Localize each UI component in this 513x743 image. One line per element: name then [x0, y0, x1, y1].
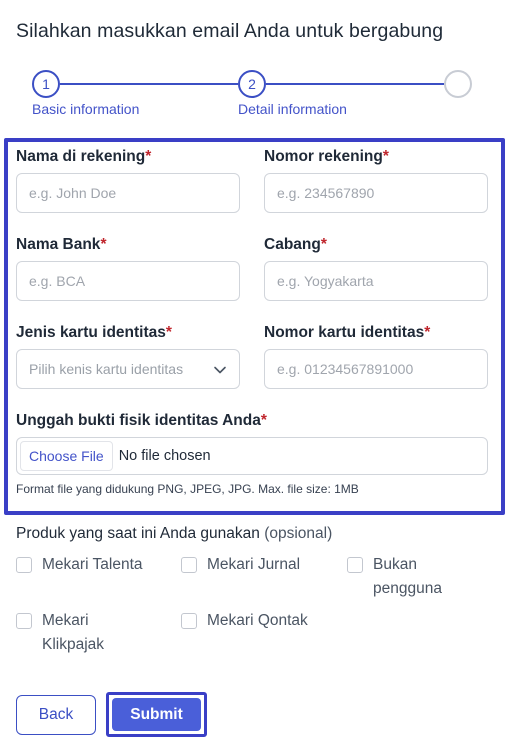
label-mekari-klikpajak: Mekari Klikpajak	[42, 612, 105, 653]
checkbox-mekari-jurnal[interactable]	[181, 557, 197, 573]
id-number-label: Nomor kartu identitas*	[264, 324, 431, 341]
checkbox-mekari-qontak[interactable]	[181, 613, 197, 629]
step-1-indicator: 1	[32, 70, 60, 98]
step-connector-1	[60, 83, 238, 85]
step-2-number: 2	[248, 76, 256, 92]
products-title: Produk yang saat ini Anda gunakan (opsio…	[16, 525, 333, 542]
bank-name-label: Nama Bank*	[16, 236, 107, 253]
branch-input[interactable]	[264, 261, 488, 301]
upload-label: Unggah bukti fisik identitas Anda*	[16, 412, 267, 429]
branch-label: Cabang*	[264, 236, 327, 253]
label-mekari-qontak: Mekari Qontak	[207, 612, 308, 629]
stepper: 1 2 Basic information Detail information	[0, 68, 513, 118]
id-file-input[interactable]: Choose File No file chosen	[16, 437, 488, 475]
account-number-label: Nomor rekening*	[264, 148, 389, 165]
checkbox-mekari-klikpajak[interactable]	[16, 613, 32, 629]
step-1-label: Basic information	[32, 101, 140, 117]
account-number-input[interactable]	[264, 173, 488, 213]
step-2-indicator: 2	[238, 70, 266, 98]
chevron-down-icon	[214, 366, 226, 374]
label-bukan-pengguna: Bukan pengguna	[373, 556, 442, 597]
label-mekari-jurnal: Mekari Jurnal	[207, 556, 301, 573]
id-type-select[interactable]: Pilih kenis kartu identitas	[16, 349, 240, 389]
bank-name-input[interactable]	[16, 261, 240, 301]
page-title: Silahkan masukkan email Anda untuk berga…	[16, 20, 444, 42]
file-status: No file chosen	[118, 448, 211, 464]
checkbox-bukan-pengguna[interactable]	[347, 557, 363, 573]
choose-file-button[interactable]: Choose File	[20, 441, 113, 471]
back-button[interactable]: Back	[16, 695, 96, 735]
id-type-selected: Pilih kenis kartu identitas	[29, 361, 184, 377]
id-number-input[interactable]	[264, 349, 488, 389]
label-mekari-talenta: Mekari Talenta	[42, 556, 143, 573]
account-name-label: Nama di rekening*	[16, 148, 152, 165]
upload-hint: Format file yang didukung PNG, JPEG, JPG…	[16, 482, 359, 496]
account-name-input[interactable]	[16, 173, 240, 213]
submit-button[interactable]: Submit	[112, 698, 201, 731]
step-3-indicator	[444, 70, 472, 98]
step-connector-2	[266, 83, 444, 85]
step-1-number: 1	[42, 76, 50, 92]
step-2-label: Detail information	[238, 101, 347, 117]
id-type-label: Jenis kartu identitas*	[16, 324, 172, 341]
checkbox-mekari-talenta[interactable]	[16, 557, 32, 573]
submit-highlight: Submit	[106, 692, 207, 737]
